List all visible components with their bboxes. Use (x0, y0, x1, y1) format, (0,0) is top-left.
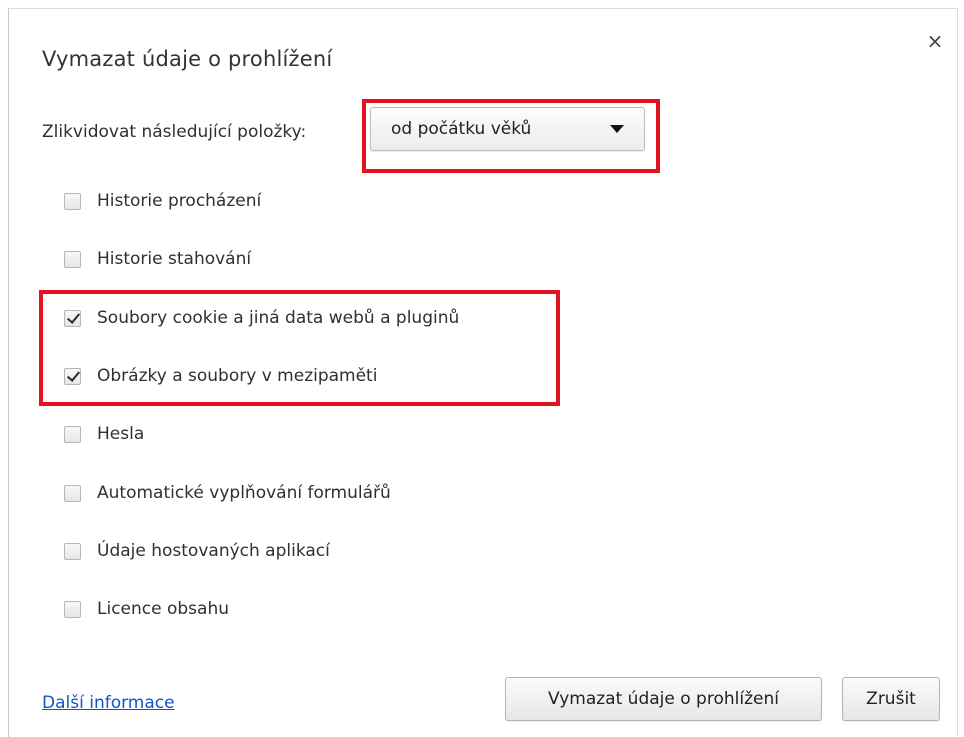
checkbox-download-history[interactable] (64, 250, 81, 268)
checkbox-passwords[interactable] (64, 425, 81, 443)
option-browsing-history[interactable]: Historie procházení (64, 188, 261, 214)
option-label: Soubory cookie a jiná data webů a plugin… (97, 308, 460, 328)
time-range-label: Zlikvidovat následující položky: (42, 122, 307, 142)
time-range-selected-value: od počátku věků (391, 119, 532, 139)
option-label: Licence obsahu (97, 599, 229, 619)
option-download-history[interactable]: Historie stahování (64, 246, 251, 272)
option-cookies[interactable]: Soubory cookie a jiná data webů a plugin… (64, 305, 459, 331)
time-range-select[interactable]: od počátku věků (370, 107, 645, 151)
close-icon[interactable]: × (925, 31, 945, 51)
clear-browsing-data-dialog: Vymazat údaje o prohlížení × Zlikvidovat… (8, 8, 958, 737)
checkbox-autofill[interactable] (64, 484, 81, 502)
chevron-down-icon (610, 125, 624, 133)
clear-data-button[interactable]: Vymazat údaje o prohlížení (505, 677, 822, 721)
option-hosted-app-data[interactable]: Údaje hostovaných aplikací (64, 538, 330, 564)
option-label: Historie stahování (97, 249, 252, 269)
option-label: Hesla (97, 424, 145, 444)
option-label: Historie procházení (97, 191, 262, 211)
option-passwords[interactable]: Hesla (64, 421, 144, 447)
checkbox-browsing-history[interactable] (64, 192, 81, 210)
option-autofill[interactable]: Automatické vyplňování formulářů (64, 480, 391, 506)
checkbox-content-licenses[interactable] (64, 600, 81, 618)
checkbox-cached-images[interactable] (64, 367, 81, 385)
option-cached-images[interactable]: Obrázky a soubory v mezipaměti (64, 363, 377, 389)
more-info-link[interactable]: Další informace (42, 693, 175, 713)
checkbox-cookies[interactable] (64, 309, 81, 327)
dialog-title: Vymazat údaje o prohlížení (42, 47, 333, 71)
cancel-button[interactable]: Zrušit (842, 677, 940, 721)
option-label: Obrázky a soubory v mezipaměti (97, 366, 378, 386)
option-content-licenses[interactable]: Licence obsahu (64, 596, 229, 622)
checkbox-hosted-app-data[interactable] (64, 542, 81, 560)
time-range-row: Zlikvidovat následující položky: (42, 112, 306, 152)
option-label: Automatické vyplňování formulářů (97, 483, 391, 503)
option-label: Údaje hostovaných aplikací (97, 541, 330, 561)
